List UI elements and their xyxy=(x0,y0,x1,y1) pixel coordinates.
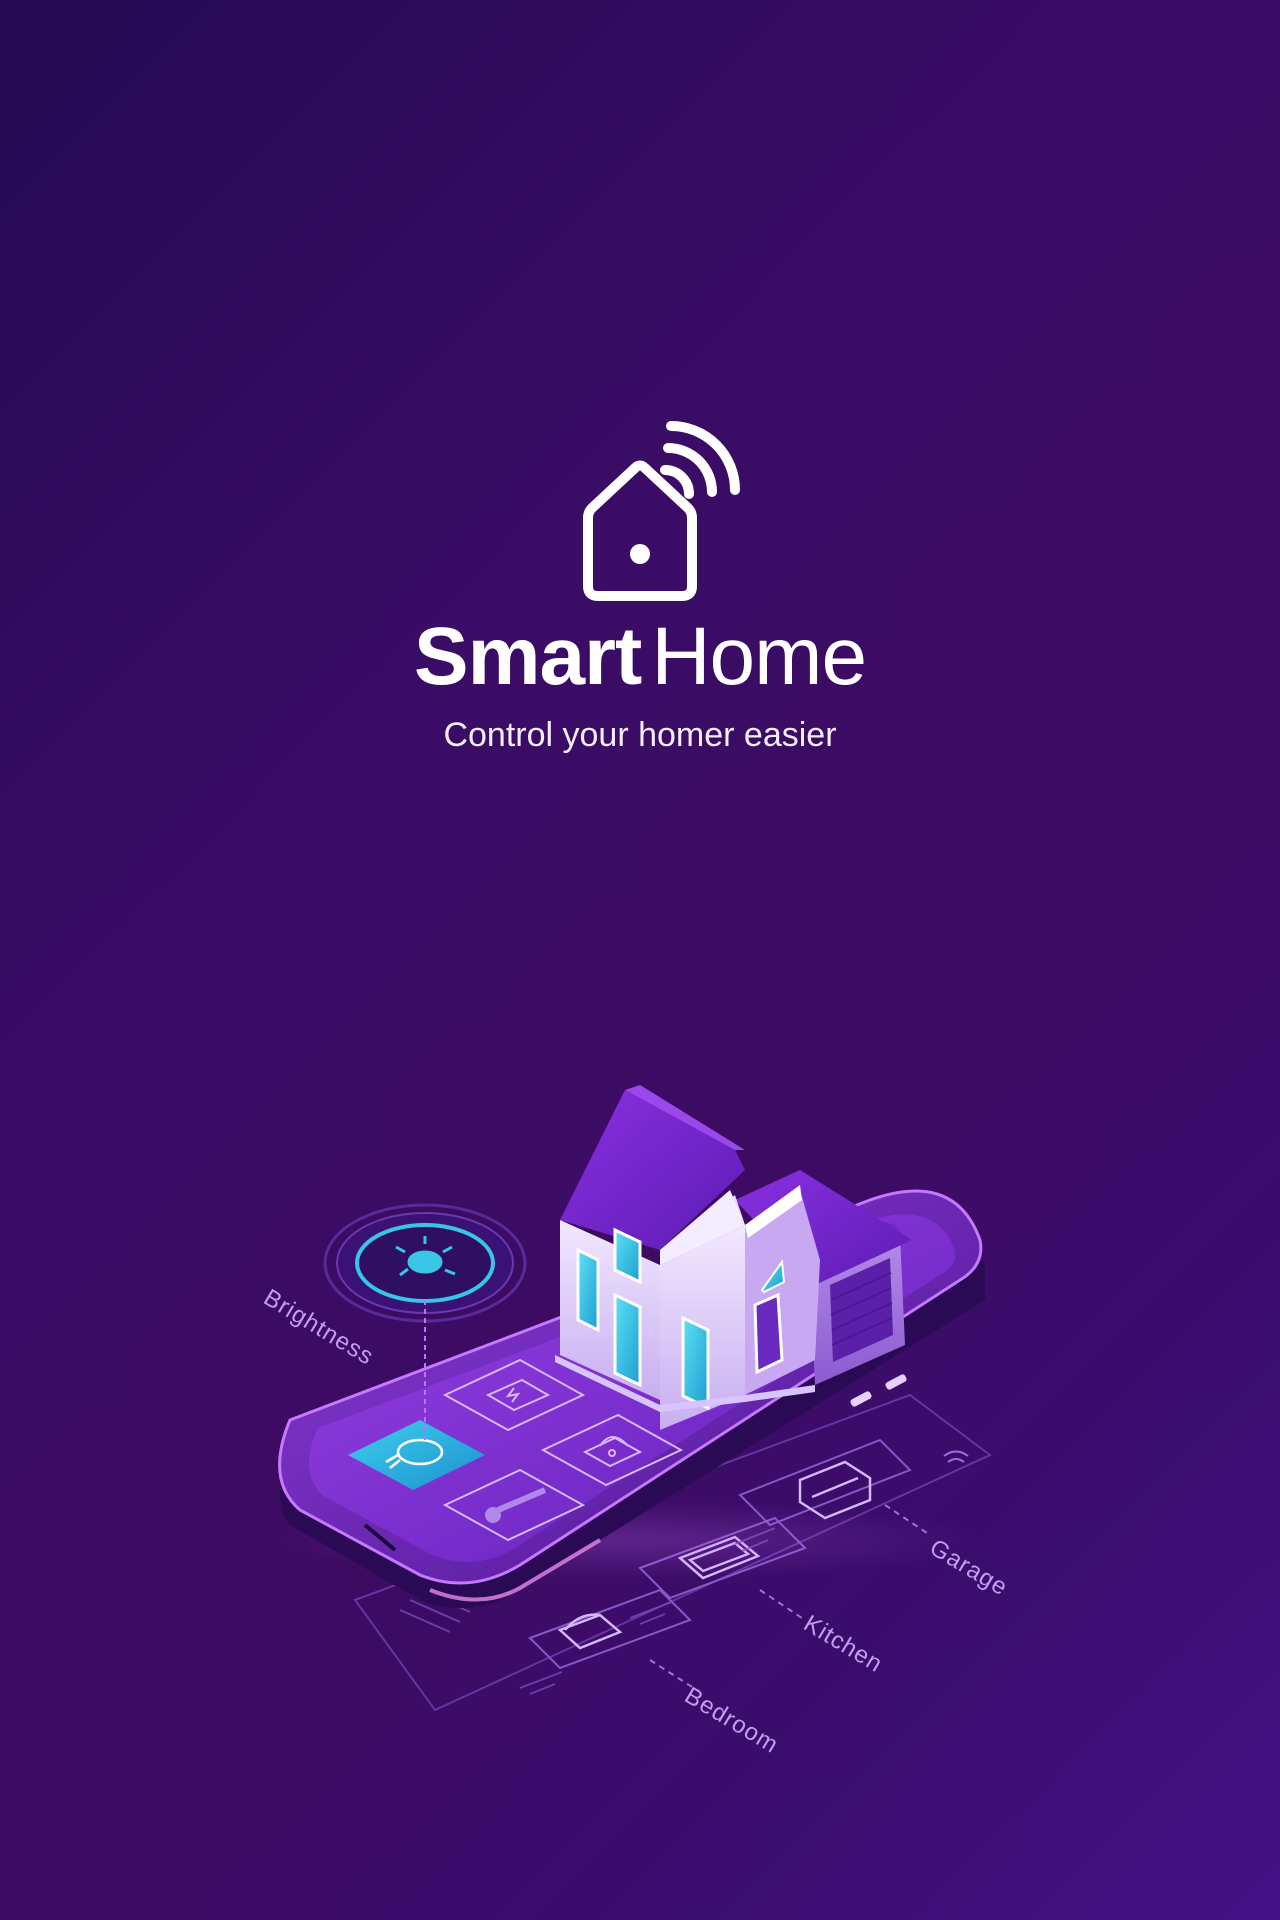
splash-screen: Smart Home Control your homer easier Gar… xyxy=(0,0,1280,1920)
wifi-icon xyxy=(943,1450,969,1463)
smart-home-illustration: Garage Kitchen Bedroom Brightness xyxy=(259,1085,1013,1759)
label-bedroom: Bedroom xyxy=(680,1682,783,1759)
bed-icon xyxy=(557,1613,623,1650)
label-kitchen: Kitchen xyxy=(799,1610,888,1678)
